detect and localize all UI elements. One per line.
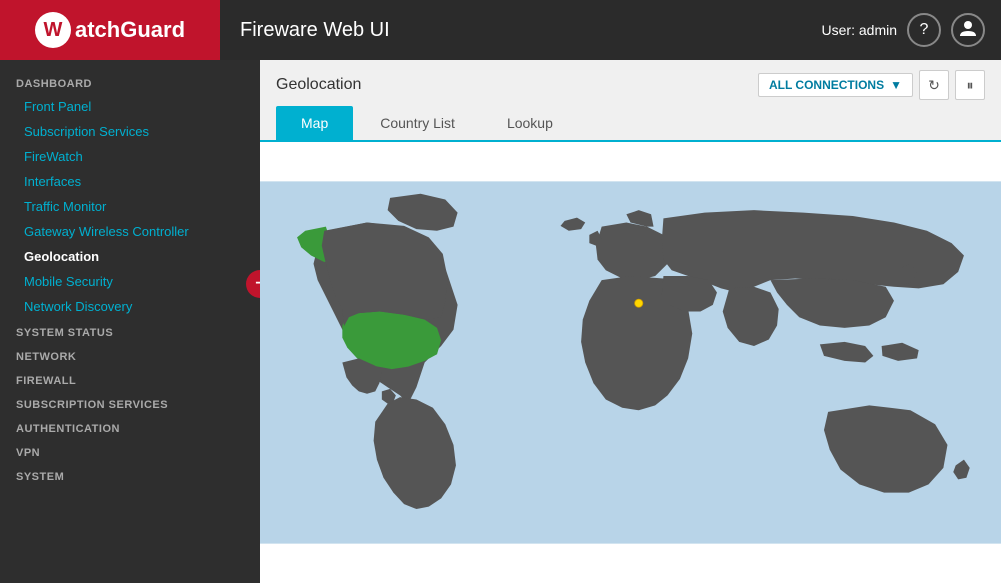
pause-button[interactable]: ⏸ (955, 70, 985, 100)
sidebar-section-dashboard: DASHBOARD (0, 70, 260, 94)
world-map (260, 142, 1001, 583)
connection-controls: ALL CONNECTIONS ▼ ↻ ⏸ (758, 70, 985, 100)
dropdown-arrow-icon: ▼ (890, 78, 902, 92)
profile-icon (958, 18, 978, 43)
sidebar-item-firewatch[interactable]: FireWatch (0, 144, 260, 169)
sidebar-item-geolocation[interactable]: Geolocation (0, 244, 260, 269)
sidebar-section-authentication: AUTHENTICATION (0, 415, 260, 439)
refresh-button[interactable]: ↻ (919, 70, 949, 100)
map-container (260, 142, 1001, 583)
help-button[interactable]: ? (907, 13, 941, 47)
sidebar-item-gateway-wireless-controller[interactable]: Gateway Wireless Controller (0, 219, 260, 244)
sidebar-item-mobile-security[interactable]: Mobile Security (0, 269, 260, 294)
profile-button[interactable] (951, 13, 985, 47)
sidebar-item-front-panel[interactable]: Front Panel (0, 94, 260, 119)
connections-label: ALL CONNECTIONS (769, 78, 884, 92)
page-title: Geolocation (276, 76, 361, 94)
header-right: User: admin ? (822, 13, 1001, 47)
logo-area: W atchGuard (0, 0, 220, 60)
sidebar-section-subscription-services: SUBSCRIPTION SERVICES (0, 391, 260, 415)
tab-map[interactable]: Map (276, 106, 353, 140)
sidebar-item-interfaces[interactable]: Interfaces (0, 169, 260, 194)
refresh-icon: ↻ (928, 77, 940, 94)
tab-country-list[interactable]: Country List (355, 106, 480, 140)
content-area: Geolocation ALL CONNECTIONS ▼ ↻ ⏸ Map Co… (260, 60, 1001, 583)
tabs-bar: Map Country List Lookup (260, 106, 1001, 142)
sidebar-section-network: NETWORK (0, 343, 260, 367)
sidebar-section-vpn: VPN (0, 439, 260, 463)
sidebar: DASHBOARD Front Panel Subscription Servi… (0, 60, 260, 583)
sidebar-item-network-discovery[interactable]: Network Discovery (0, 294, 260, 319)
sidebar-item-traffic-monitor[interactable]: Traffic Monitor (0, 194, 260, 219)
header: W atchGuard Fireware Web UI User: admin … (0, 0, 1001, 60)
pause-icon: ⏸ (967, 77, 974, 94)
sidebar-section-firewall: FIREWALL (0, 367, 260, 391)
sidebar-section-system: SYSTEM (0, 463, 260, 487)
all-connections-dropdown[interactable]: ALL CONNECTIONS ▼ (758, 73, 913, 97)
tab-lookup[interactable]: Lookup (482, 106, 578, 140)
app-title: Fireware Web UI (220, 19, 822, 42)
logo-name: atchGuard (75, 17, 185, 43)
logo: W atchGuard (35, 12, 185, 48)
help-icon: ? (920, 21, 929, 39)
main-layout: DASHBOARD Front Panel Subscription Servi… (0, 60, 1001, 583)
logo-w-icon: W (35, 12, 71, 48)
sidebar-section-system-status: SYSTEM STATUS (0, 319, 260, 343)
user-label: User: admin (822, 22, 897, 38)
content-header: Geolocation ALL CONNECTIONS ▼ ↻ ⏸ (260, 60, 1001, 106)
sidebar-item-subscription-services[interactable]: Subscription Services (0, 119, 260, 144)
